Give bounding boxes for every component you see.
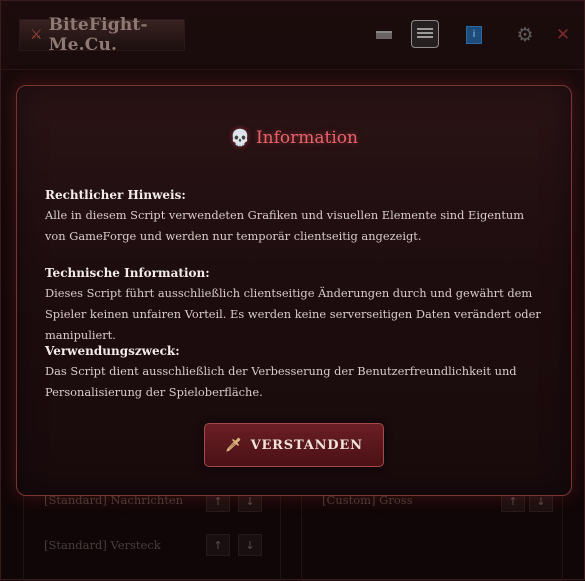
info-icon[interactable]: i xyxy=(461,22,487,48)
section-heading: Rechtlicher Hinweis: xyxy=(45,188,186,202)
logo[interactable]: ⚔ BiteFight-Me.Cu. xyxy=(19,15,185,55)
move-up-button[interactable]: ↑ xyxy=(206,534,230,556)
skull-icon: 💀 xyxy=(230,128,250,147)
move-down-button[interactable]: ↓ xyxy=(238,534,262,556)
top-bar: ⚔ BiteFight-Me.Cu. i ⚙ ✕ xyxy=(1,1,584,70)
legal-notice-section: Rechtlicher Hinweis: Alle in diesem Scri… xyxy=(45,188,545,247)
understood-button[interactable]: 🗡 VERSTANDEN xyxy=(204,423,384,467)
minimize-icon[interactable] xyxy=(371,22,397,48)
dialog-title-text: Information xyxy=(255,128,358,148)
close-icon[interactable]: ✕ xyxy=(550,22,576,48)
dialog-title: 💀 Information xyxy=(17,128,571,148)
information-dialog: 💀 Information Rechtlicher Hinweis: Alle i… xyxy=(16,85,572,496)
list-icon[interactable] xyxy=(411,20,439,48)
setting-row-label: [Standard] Versteck xyxy=(44,538,161,552)
section-text: Das Script dient ausschließlich der Verb… xyxy=(45,364,517,399)
section-heading: Verwendungszweck: xyxy=(45,344,180,358)
sword-icon: ⚔ xyxy=(30,27,43,43)
technical-info-section: Technische Information: Dieses Script fü… xyxy=(45,266,545,346)
section-text: Alle in diesem Script verwendeten Grafik… xyxy=(45,208,525,243)
section-heading: Technische Information: xyxy=(45,266,210,280)
section-text: Dieses Script führt ausschließlich clien… xyxy=(45,286,541,342)
purpose-section: Verwendungszweck: Das Script dient aussc… xyxy=(45,344,545,403)
dagger-icon: 🗡 xyxy=(225,437,243,453)
gear-icon[interactable]: ⚙ xyxy=(512,22,538,48)
app-window: ⚔ BiteFight-Me.Cu. i ⚙ ✕ [Standard] Nach… xyxy=(0,0,585,581)
understood-button-label: VERSTANDEN xyxy=(250,437,363,453)
logo-text: BiteFight-Me.Cu. xyxy=(48,15,148,55)
